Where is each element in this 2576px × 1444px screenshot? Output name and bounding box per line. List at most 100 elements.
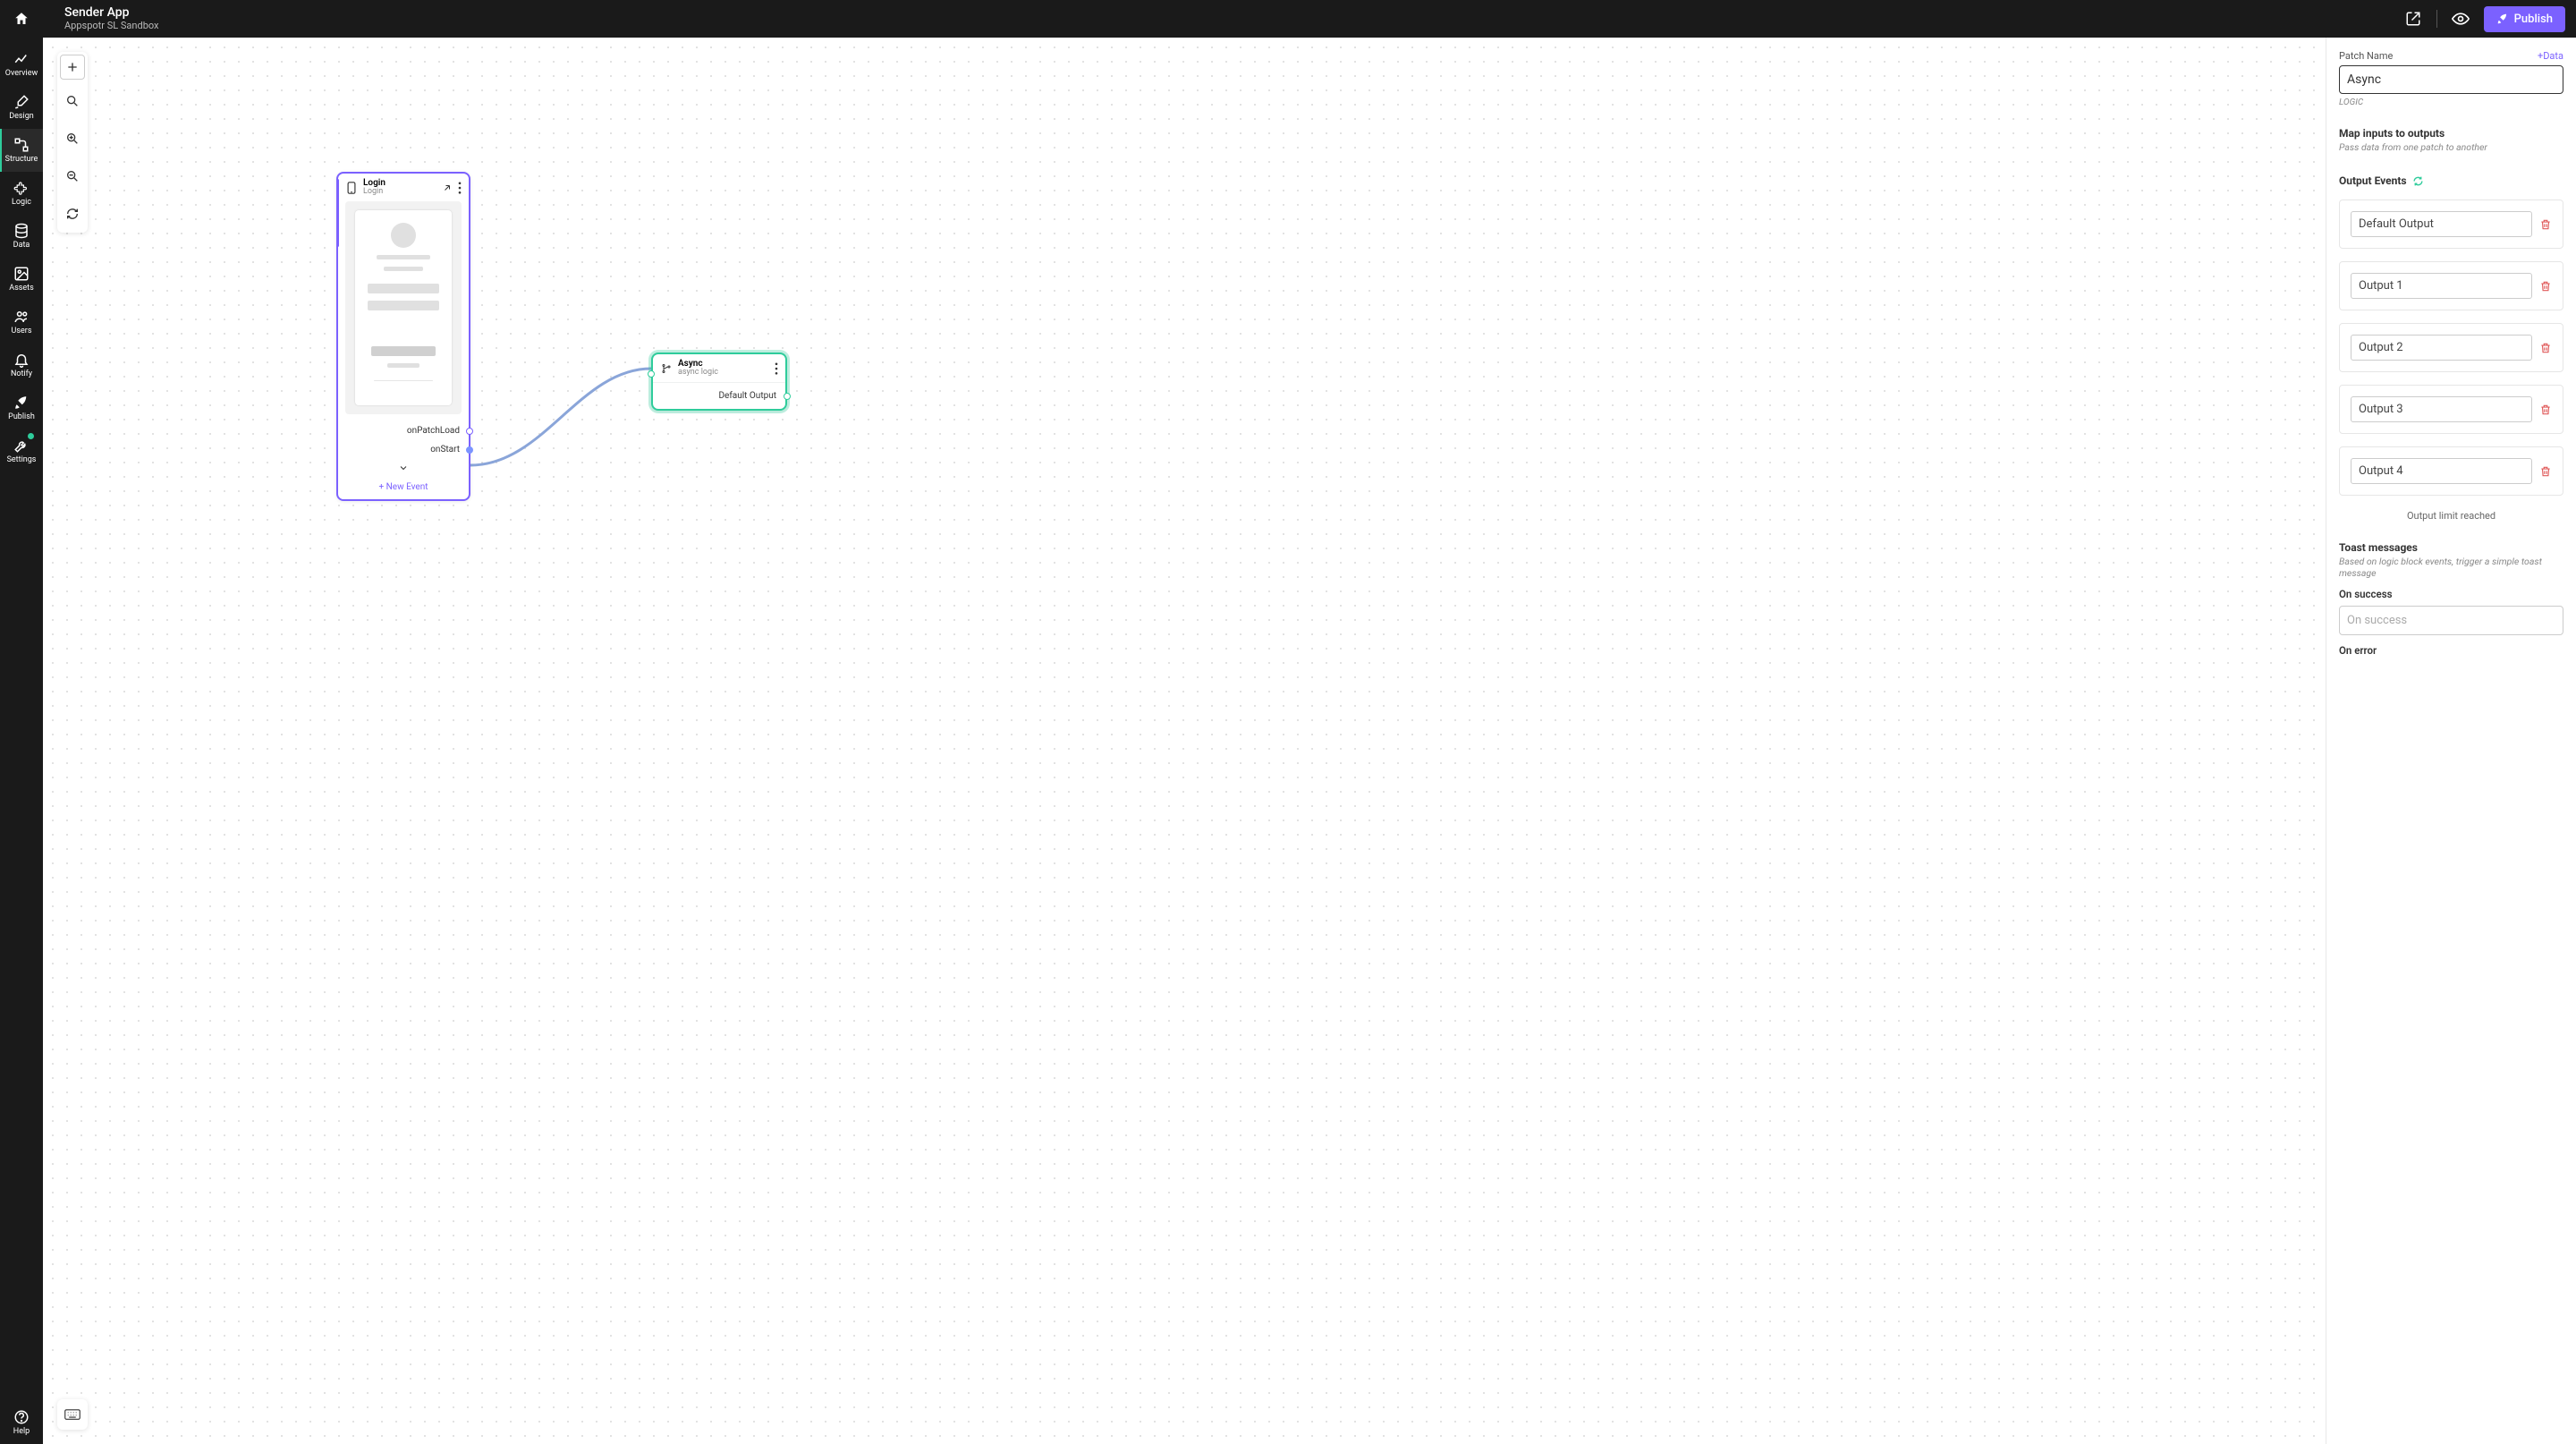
topbar-right: Publish (2401, 6, 2565, 32)
canvas-toolbar (57, 52, 88, 233)
app-subtitle: Appspotr SL Sandbox (64, 21, 158, 31)
node-header: Login Login (338, 174, 469, 201)
map-io-title: Map inputs to outputs (2339, 127, 2563, 140)
divider (2436, 10, 2437, 28)
sidebar-label: Settings (7, 455, 37, 464)
output-name-input[interactable] (2351, 211, 2532, 237)
image-icon (13, 266, 30, 282)
port[interactable] (466, 446, 473, 454)
refresh-button[interactable] (57, 195, 88, 233)
trash-icon[interactable] (2539, 218, 2552, 231)
brush-icon (13, 94, 30, 110)
on-success-input[interactable] (2339, 606, 2563, 635)
sidebar-item-design[interactable]: Design (0, 86, 43, 129)
patch-kind: LOGIC (2339, 98, 2563, 107)
sidebar-item-help[interactable]: Help (0, 1401, 43, 1444)
trash-icon[interactable] (2539, 342, 2552, 354)
output-name-input[interactable] (2351, 273, 2532, 299)
output-row (2339, 385, 2563, 434)
keyboard-icon (64, 1409, 80, 1420)
sidebar-item-structure[interactable]: Structure (0, 129, 43, 172)
node-subtitle: Login (363, 188, 436, 196)
publish-button[interactable]: Publish (2484, 6, 2565, 32)
trash-icon[interactable] (2539, 280, 2552, 293)
event-label: onStart (430, 445, 460, 454)
refresh-icon (65, 207, 80, 221)
plus-icon (65, 60, 80, 74)
sidebar-item-users[interactable]: Users (0, 301, 43, 344)
app-title: Sender App (64, 6, 158, 20)
publish-label: Publish (2514, 13, 2553, 26)
expand-icon[interactable] (442, 183, 453, 193)
share-button[interactable] (2401, 6, 2426, 31)
sidebar-label: Data (13, 241, 30, 250)
branch-icon (660, 363, 673, 374)
event-onstart[interactable]: onStart (338, 440, 469, 459)
more-icon[interactable] (458, 182, 462, 194)
add-node-button[interactable] (60, 55, 85, 80)
phone-icon (345, 182, 358, 194)
keyboard-button[interactable] (57, 1399, 88, 1430)
canvas[interactable]: Login Login (43, 38, 2326, 1444)
sidebar-item-logic[interactable]: Logic (0, 172, 43, 215)
sidebar-label: Logic (12, 198, 31, 207)
output-default[interactable]: Default Output (653, 382, 785, 409)
sidebar-item-notify[interactable]: Notify (0, 344, 43, 386)
output-row (2339, 200, 2563, 249)
toggle-events[interactable] (338, 459, 469, 477)
login-node[interactable]: Login Login (336, 172, 470, 501)
output-name-input[interactable] (2351, 396, 2532, 422)
rocket-icon (13, 395, 30, 411)
async-node[interactable]: Async async logic Default Output (651, 353, 787, 411)
toast-subtitle: Based on logic block events, trigger a s… (2339, 556, 2563, 579)
preview-button[interactable] (2448, 6, 2473, 31)
trash-icon[interactable] (2539, 403, 2552, 416)
sidebar-label: Assets (9, 284, 34, 293)
port[interactable] (784, 393, 791, 400)
sidebar-item-overview[interactable]: Overview (0, 43, 43, 86)
toast-title: Toast messages (2339, 541, 2563, 554)
sidebar-label: Help (13, 1427, 30, 1436)
port[interactable] (466, 428, 473, 435)
on-error-label: On error (2339, 644, 2563, 657)
zoom-in-button[interactable] (57, 120, 88, 157)
node-header: Async async logic (653, 354, 785, 382)
rocket-icon (2496, 13, 2509, 25)
output-name-input[interactable] (2351, 458, 2532, 484)
event-onpatchload[interactable]: onPatchLoad (338, 421, 469, 440)
sidebar-item-settings[interactable]: Settings (0, 429, 43, 472)
output-row (2339, 261, 2563, 310)
output-row (2339, 323, 2563, 372)
properties-panel: Patch Name +Data LOGIC Map inputs to out… (2326, 38, 2576, 1444)
zoom-out-button[interactable] (57, 157, 88, 195)
more-icon[interactable] (775, 362, 778, 375)
database-icon (13, 223, 30, 239)
output-row (2339, 446, 2563, 496)
sidebar-item-publish[interactable]: Publish (0, 386, 43, 429)
structure-icon (13, 137, 30, 153)
patch-name-label: Patch Name (2339, 50, 2393, 62)
new-event-button[interactable]: + New Event (338, 477, 469, 499)
sidebar-label: Overview (5, 69, 38, 78)
search-button[interactable] (57, 82, 88, 120)
node-subtitle: async logic (678, 369, 769, 377)
output-name-input[interactable] (2351, 335, 2532, 361)
sidebar-label: Publish (8, 412, 35, 421)
topbar-left: Sender App Appspotr SL Sandbox (0, 0, 158, 38)
sidebar-item-assets[interactable]: Assets (0, 258, 43, 301)
zoom-out-icon (65, 169, 80, 183)
search-icon (65, 94, 80, 108)
home-button[interactable] (0, 0, 43, 38)
input-port[interactable] (648, 370, 655, 378)
trash-icon[interactable] (2539, 465, 2552, 478)
sidebar-label: Notify (11, 369, 32, 378)
refresh-icon[interactable] (2412, 175, 2424, 187)
drag-handle[interactable] (336, 179, 339, 247)
add-data-button[interactable]: +Data (2538, 50, 2563, 62)
help-icon (13, 1409, 30, 1425)
chevron-down-icon (398, 463, 409, 473)
sidebar-item-data[interactable]: Data (0, 215, 43, 258)
output-events-header: Output Events (2339, 174, 2563, 187)
title-block: Sender App Appspotr SL Sandbox (64, 6, 158, 30)
patch-name-input[interactable] (2339, 65, 2563, 94)
